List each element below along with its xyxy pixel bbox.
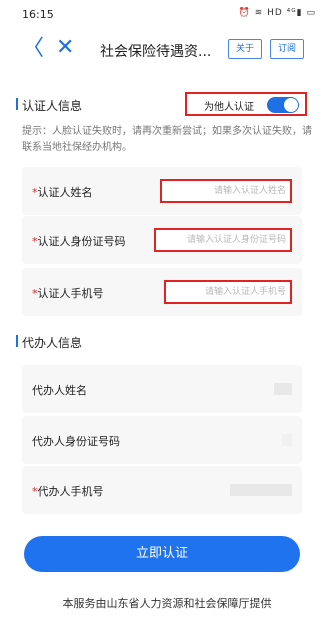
- about-button[interactable]: 关于: [228, 39, 262, 59]
- certifier-name-label: *认证人姓名: [32, 184, 93, 200]
- back-icon[interactable]: 〈: [22, 36, 44, 62]
- agent-name-row: 代办人姓名: [22, 365, 302, 413]
- certifier-id-label-text: 认证人身份证号码: [37, 235, 126, 248]
- submit-button[interactable]: 立即认证: [24, 536, 300, 572]
- footer-text: 本服务由山东省人力资源和社会保障厅提供: [62, 597, 272, 610]
- agent-id-row: 代办人身份证号码: [22, 416, 302, 464]
- nav-bar: 〈 ✕ 社会保险待遇资... 关于 订阅: [0, 34, 334, 68]
- certifier-phone-label: *认证人手机号: [32, 285, 104, 301]
- agent-name-label: 代办人姓名: [32, 382, 87, 398]
- agent-name-value-masked[interactable]: [274, 383, 292, 395]
- agent-id-label: 代办人身份证号码: [32, 433, 120, 449]
- agent-phone-value-masked[interactable]: [230, 484, 292, 496]
- page-title: 社会保险待遇资...: [100, 44, 212, 60]
- status-bar: 16:15 ⏰ ≋ HD ⁴ᴳ▮ ▭: [0, 0, 334, 26]
- toggle-label: 为他人认证: [204, 102, 254, 113]
- agent-phone-label: *代办人手机号: [32, 483, 104, 499]
- close-icon[interactable]: ✕: [56, 35, 74, 61]
- agent-id-label-text: 代办人身份证号码: [32, 435, 120, 448]
- certifier-section-title: 认证人信息: [15, 98, 83, 113]
- agent-section-title: 代办人信息: [15, 335, 83, 350]
- status-time: 16:15: [22, 8, 54, 21]
- agent-id-value-masked[interactable]: [282, 434, 292, 446]
- hint-text: 提示：人脸认证失败时，请再次重新尝试；如果多次认证失败，请联系当地社保经办机构。: [22, 126, 312, 153]
- certifier-id-label: *认证人身份证号码: [32, 233, 126, 249]
- other-person-toggle[interactable]: [267, 97, 299, 113]
- status-icons: ⏰ ≋ HD ⁴ᴳ▮ ▭: [238, 8, 316, 18]
- agent-phone-row: *代办人手机号: [22, 466, 302, 514]
- certifier-phone-label-text: 认证人手机号: [37, 287, 104, 300]
- certifier-name-label-text: 认证人姓名: [37, 186, 93, 199]
- subscribe-button[interactable]: 订阅: [270, 39, 304, 59]
- certifier-name-row: *认证人姓名: [22, 167, 302, 215]
- certifier-id-row: *认证人身份证号码: [22, 216, 302, 264]
- certifier-phone-row: *认证人手机号: [22, 268, 302, 316]
- other-person-toggle-row[interactable]: 为他人认证: [185, 92, 307, 116]
- certifier-name-input[interactable]: [160, 179, 292, 203]
- certifier-id-input[interactable]: [154, 228, 292, 252]
- agent-phone-label-text: 代办人手机号: [37, 485, 104, 498]
- agent-name-label-text: 代办人姓名: [32, 384, 87, 397]
- certifier-phone-input[interactable]: [164, 280, 292, 304]
- toggle-knob: [284, 98, 298, 112]
